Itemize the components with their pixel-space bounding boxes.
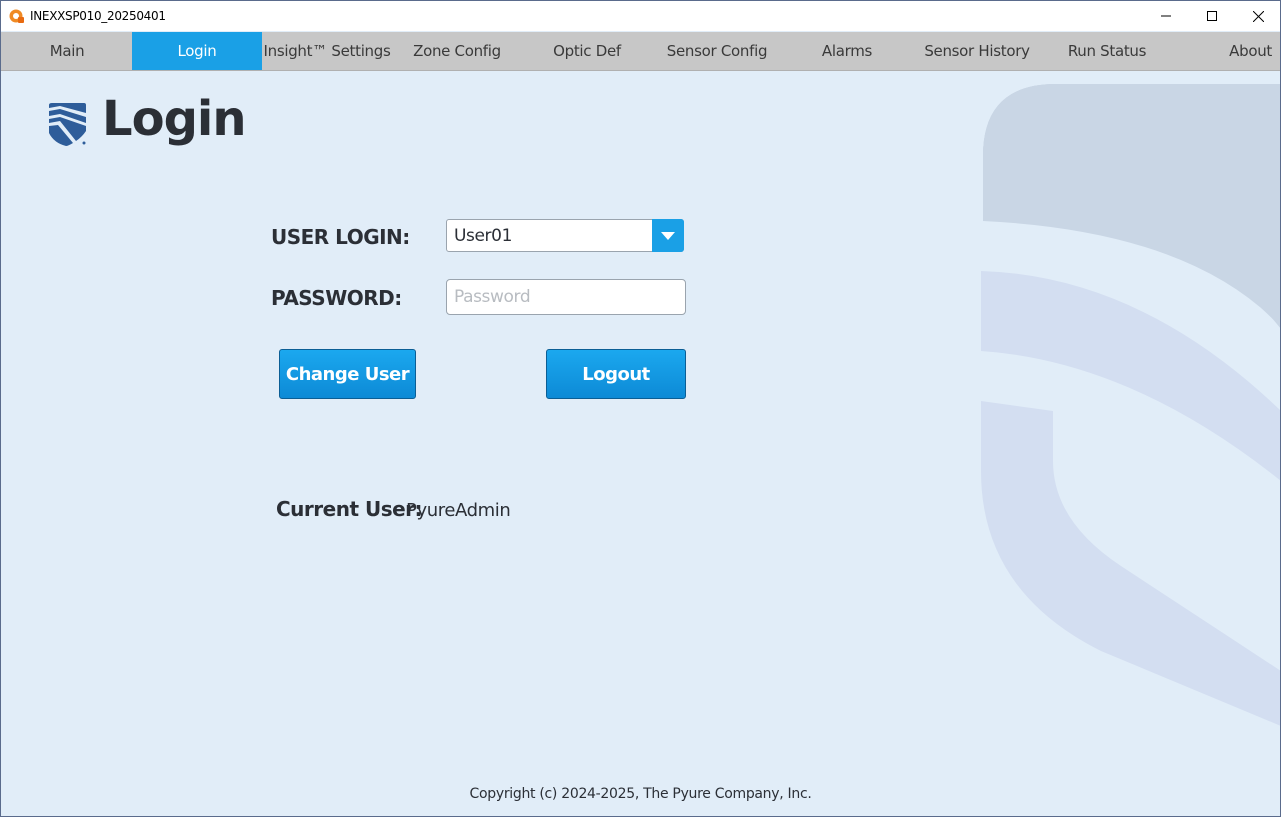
close-icon bbox=[1252, 10, 1264, 22]
user-login-label: USER LOGIN: bbox=[271, 225, 410, 249]
user-login-dropdown[interactable]: User01 bbox=[446, 219, 684, 252]
copyright-footer: Copyright (c) 2024-2025, The Pyure Compa… bbox=[469, 786, 812, 802]
maximize-button[interactable] bbox=[1189, 1, 1235, 31]
minimize-icon bbox=[1161, 15, 1171, 17]
tab-login[interactable]: Login bbox=[132, 32, 262, 70]
user-login-value: User01 bbox=[454, 226, 512, 246]
maximize-icon bbox=[1207, 11, 1217, 21]
change-user-button[interactable]: Change User bbox=[279, 349, 416, 399]
title-bar: INEXXSP010_20250401 bbox=[1, 1, 1280, 31]
tab-sensor-config[interactable]: Sensor Config bbox=[652, 32, 782, 70]
dropdown-toggle[interactable] bbox=[652, 219, 684, 252]
tab-zone-config[interactable]: Zone Config bbox=[392, 32, 522, 70]
tab-alarms[interactable]: Alarms bbox=[782, 32, 912, 70]
close-button[interactable] bbox=[1235, 1, 1280, 31]
password-field[interactable] bbox=[446, 279, 686, 315]
window-title: INEXXSP010_20250401 bbox=[30, 9, 166, 23]
app-window: INEXXSP010_20250401 Main Login Insight™ … bbox=[0, 0, 1281, 817]
logout-button[interactable]: Logout bbox=[546, 349, 686, 399]
tab-insight-settings[interactable]: Insight™ Settings bbox=[262, 32, 392, 70]
shield-logo-icon bbox=[49, 103, 86, 146]
chevron-down-icon bbox=[661, 231, 675, 240]
tab-main[interactable]: Main bbox=[2, 32, 132, 70]
current-user-label: Current User: bbox=[276, 497, 423, 521]
brand-watermark bbox=[981, 84, 1280, 726]
app-logo-icon bbox=[9, 9, 24, 23]
tab-run-status[interactable]: Run Status bbox=[1042, 32, 1172, 70]
tab-sensor-history[interactable]: Sensor History bbox=[912, 32, 1042, 70]
nav-tabs: Main Login Insight™ Settings Zone Config… bbox=[1, 32, 1280, 71]
password-label: PASSWORD: bbox=[271, 286, 402, 310]
tab-about[interactable]: About bbox=[1172, 32, 1280, 70]
page-title: Login bbox=[102, 91, 247, 147]
minimize-button[interactable] bbox=[1143, 1, 1189, 31]
tab-optic-def[interactable]: Optic Def bbox=[522, 32, 652, 70]
current-user-value: PyureAdmin bbox=[406, 500, 511, 521]
